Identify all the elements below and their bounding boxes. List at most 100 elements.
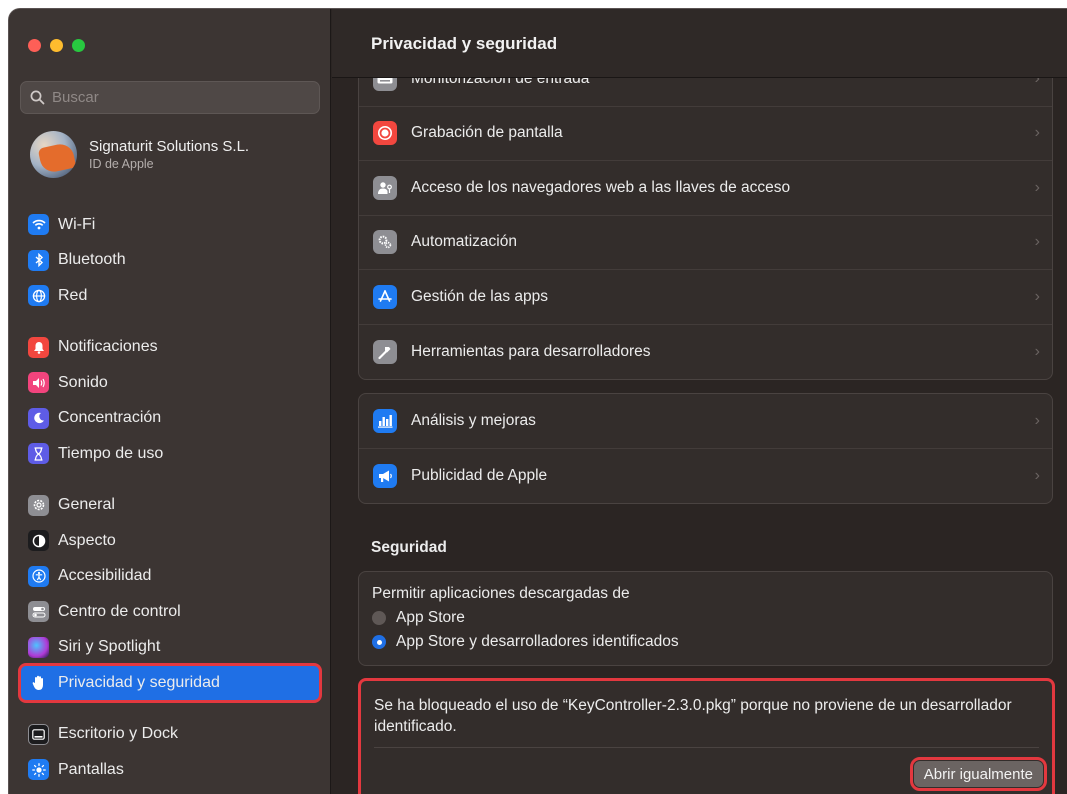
sidebar-item-control-center[interactable]: Centro de control [20, 594, 320, 630]
chevron-right-icon: › [1034, 233, 1040, 251]
account-name: Signaturit Solutions S.L. [89, 138, 250, 155]
sidebar-item-appearance[interactable]: Aspecto [20, 523, 320, 559]
chevron-right-icon: › [1034, 342, 1040, 360]
row-label: Acceso de los navegadores web a las llav… [411, 178, 791, 196]
speaker-icon [28, 372, 49, 394]
sidebar-item-network[interactable]: Red [20, 278, 320, 314]
sidebar-item-wifi[interactable]: Wi-Fi [20, 207, 320, 243]
row-developer-tools[interactable]: Herramientas para desarrolladores › [359, 325, 1052, 380]
page-title: Privacidad y seguridad [371, 34, 558, 53]
megaphone-icon [373, 463, 397, 488]
appearance-icon [28, 530, 49, 552]
chevron-right-icon: › [1034, 287, 1040, 305]
divider [374, 747, 1039, 748]
toolbar: Privacidad y seguridad [332, 9, 1067, 78]
sidebar-item-desktop-dock[interactable]: Escritorio y Dock [20, 717, 320, 753]
row-apple-advertising[interactable]: Publicidad de Apple › [359, 449, 1052, 504]
sidebar-item-label: Sonido [58, 373, 108, 391]
gears-icon [373, 230, 397, 255]
row-label: Análisis y mejoras [411, 411, 536, 429]
allow-apps-label: Permitir aplicaciones descargadas de [372, 585, 630, 602]
radio-option-app-store[interactable]: App Store [372, 609, 1052, 627]
sidebar-item-label: Notificaciones [58, 338, 158, 356]
toggles-icon [28, 601, 49, 623]
siri-icon [28, 636, 49, 658]
row-label: Grabación de pantalla [411, 124, 563, 142]
settings-window: Signaturit Solutions S.L. ID de Apple Wi… [8, 8, 1067, 794]
chevron-right-icon: › [1034, 411, 1040, 429]
avatar [30, 131, 77, 178]
sidebar-item-displays[interactable]: Pantallas [20, 752, 320, 788]
allow-apps-box: Permitir aplicaciones descargadas de App… [358, 571, 1053, 666]
radio-option-app-store-identified[interactable]: App Store y desarrolladores identificado… [372, 633, 1052, 651]
search-input[interactable] [52, 89, 302, 106]
zoom-window-button[interactable] [72, 39, 85, 52]
privacy-list-group-1: Monitorización de entrada › Grabación de… [358, 51, 1053, 380]
row-browser-passkeys[interactable]: Acceso de los navegadores web a las llav… [359, 161, 1052, 216]
sidebar-item-sound[interactable]: Sonido [20, 365, 320, 401]
sidebar-item-label: Wi-Fi [58, 215, 96, 233]
hammer-icon [373, 339, 397, 364]
account-subtitle: ID de Apple [89, 157, 154, 171]
sidebar-item-focus[interactable]: Concentración [20, 401, 320, 437]
chart-bars-icon [373, 408, 397, 433]
sidebar-item-label: Pantallas [58, 760, 124, 778]
security-section-title: Seguridad [371, 539, 447, 556]
radio-label: App Store y desarrolladores identificado… [396, 633, 679, 650]
window-controls [28, 39, 85, 52]
sidebar-item-label: Centro de control [58, 602, 181, 620]
sidebar-item-notifications[interactable]: Notificaciones [20, 330, 320, 366]
sun-icon [28, 759, 49, 781]
person-key-icon [373, 175, 397, 200]
sidebar-item-general[interactable]: General [20, 488, 320, 524]
sidebar-item-label: Escritorio y Dock [58, 725, 179, 743]
bluetooth-icon [28, 249, 49, 271]
chevron-right-icon: › [1034, 178, 1040, 196]
record-icon [373, 121, 397, 146]
moon-icon [28, 407, 49, 429]
sidebar-item-siri-spotlight[interactable]: Siri y Spotlight [20, 630, 320, 666]
row-app-management[interactable]: Gestión de las apps › [359, 270, 1052, 325]
sidebar-item-label: Bluetooth [58, 251, 126, 269]
sidebar-item-label: Siri y Spotlight [58, 638, 161, 656]
wifi-icon [28, 214, 49, 236]
blocked-app-notice: Se ha bloqueado el uso de “KeyController… [358, 678, 1055, 794]
gear-icon [28, 494, 49, 516]
sidebar-item-bluetooth[interactable]: Bluetooth [20, 243, 320, 279]
row-label: Publicidad de Apple [411, 466, 548, 484]
search-field[interactable] [20, 81, 320, 114]
sidebar-item-label: Privacidad y seguridad [58, 673, 220, 691]
privacy-list-group-2: Análisis y mejoras › Publicidad de Apple… [358, 393, 1053, 504]
globe-icon [28, 285, 49, 307]
radio-button-selected[interactable] [372, 635, 386, 649]
sidebar-item-accessibility[interactable]: Accesibilidad [20, 559, 320, 595]
sidebar-item-label: Red [58, 286, 88, 304]
row-label: Gestión de las apps [411, 287, 549, 305]
search-icon [30, 90, 45, 105]
hourglass-icon [28, 443, 49, 465]
row-automation[interactable]: Automatización › [359, 216, 1052, 270]
main-pane: Privacidad y seguridad Monitorización de… [332, 9, 1067, 794]
row-label: Automatización [411, 233, 517, 251]
apple-id-account[interactable]: Signaturit Solutions S.L. ID de Apple [30, 131, 249, 178]
accessibility-icon [28, 565, 49, 587]
row-screen-recording[interactable]: Grabación de pantalla › [359, 107, 1052, 161]
sidebar-item-label: Aspecto [58, 531, 116, 549]
bell-icon [28, 336, 49, 358]
row-analytics[interactable]: Análisis y mejoras › [359, 394, 1052, 449]
app-store-icon [373, 284, 397, 309]
sidebar-item-privacy-security[interactable]: Privacidad y seguridad [18, 663, 322, 703]
open-anyway-button[interactable]: Abrir igualmente [909, 757, 1048, 791]
chevron-right-icon: › [1034, 466, 1040, 484]
chevron-right-icon: › [1034, 124, 1040, 142]
sidebar-item-label: Accesibilidad [58, 567, 152, 585]
sidebar: Signaturit Solutions S.L. ID de Apple Wi… [9, 9, 331, 794]
close-window-button[interactable] [28, 39, 41, 52]
dock-icon [28, 723, 49, 745]
sidebar-item-label: General [58, 496, 115, 514]
sidebar-item-screen-time[interactable]: Tiempo de uso [20, 436, 320, 472]
minimize-window-button[interactable] [50, 39, 63, 52]
radio-button[interactable] [372, 611, 386, 625]
sidebar-nav: Wi-Fi Bluetooth Red Notificaciones Sonid… [18, 207, 322, 788]
row-label: Herramientas para desarrolladores [411, 342, 651, 360]
